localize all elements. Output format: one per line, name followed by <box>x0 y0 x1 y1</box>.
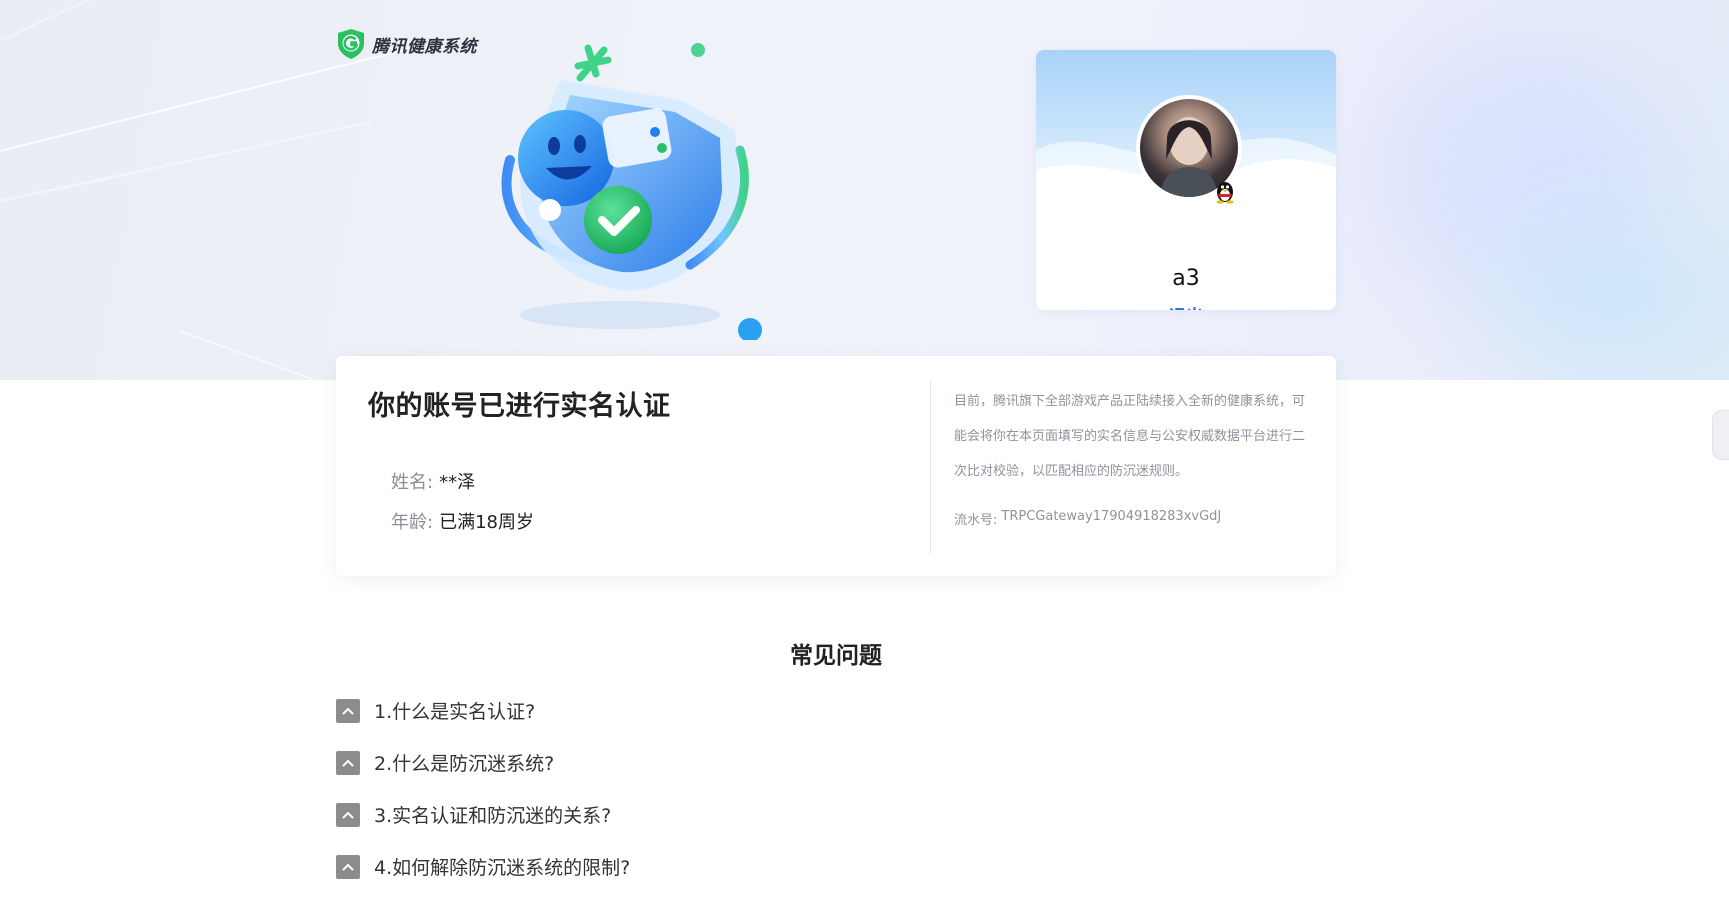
name-label: 姓名: <box>391 472 434 493</box>
faq-question[interactable]: 1.什么是实名认证? <box>374 697 535 724</box>
faq-item[interactable]: 2.什么是防沉迷系统? <box>336 749 554 776</box>
decor-streak <box>0 0 146 42</box>
serial-number: 流水号: TRPCGateway17904918283xvGdJ <box>954 509 1221 528</box>
faq-question[interactable]: 4.如何解除防沉迷系统的限制? <box>374 853 630 880</box>
page: 腾讯健康系统 a3 你的账号已进行实名认证 姓名: **泽 年龄: 已满18周岁… <box>0 0 1729 907</box>
faq-item[interactable]: 3.实名认证和防沉迷的关系? <box>336 801 611 828</box>
age-label: 年龄: <box>391 512 434 533</box>
serial-value: TRPCGateway17904918283xvGdJ <box>1001 509 1222 524</box>
serial-label: 流水号: <box>954 513 998 528</box>
name-row: 姓名: **泽 <box>391 468 475 494</box>
side-float-tab[interactable] <box>1712 410 1729 460</box>
faq-title: 常见问题 <box>790 643 882 669</box>
verification-title: 你的账号已进行实名认证 <box>368 391 671 422</box>
shield-illustration <box>501 43 762 340</box>
faq-item[interactable]: 4.如何解除防沉迷系统的限制? <box>336 853 630 880</box>
profile-card: a3 退出 <box>1036 50 1336 310</box>
decor-glow <box>1500 220 1729 380</box>
chevron-up-icon[interactable] <box>336 802 360 827</box>
username: a3 <box>1172 266 1200 291</box>
hero-banner: 腾讯健康系统 a3 <box>0 0 1729 380</box>
notice-text: 目前，腾讯旗下全部游戏产品正陆续接入全新的健康系统，可能会将你在本页面填写的实名… <box>954 394 1306 479</box>
logout-link[interactable]: 退出 <box>1036 302 1336 310</box>
decor-streak <box>0 48 408 152</box>
age-row: 年龄: 已满18周岁 <box>391 508 534 534</box>
chevron-up-icon[interactable] <box>336 854 360 879</box>
decor-streak <box>0 121 372 202</box>
qq-penguin-icon <box>1216 182 1234 204</box>
name-value: **泽 <box>439 472 476 493</box>
divider <box>930 380 931 554</box>
age-value: 已满18周岁 <box>439 512 534 533</box>
chevron-up-icon[interactable] <box>336 698 360 723</box>
faq-question[interactable]: 3.实名认证和防沉迷的关系? <box>374 801 611 828</box>
shield-logo-icon <box>338 29 364 59</box>
chevron-up-icon[interactable] <box>336 750 360 775</box>
faq-question[interactable]: 2.什么是防沉迷系统? <box>374 749 554 776</box>
verification-card: 你的账号已进行实名认证 姓名: **泽 年龄: 已满18周岁 目前，腾讯旗下全部… <box>336 356 1336 576</box>
faq-item[interactable]: 1.什么是实名认证? <box>336 697 535 724</box>
